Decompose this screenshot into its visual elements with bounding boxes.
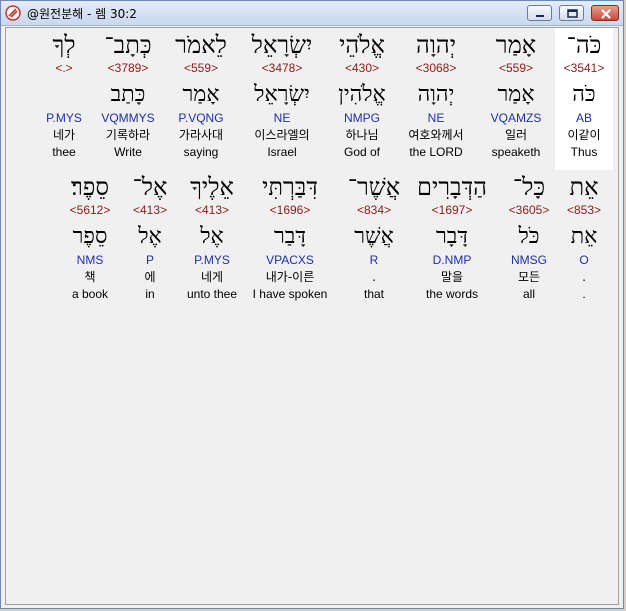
word-kor: 네가 bbox=[52, 128, 76, 142]
word-morph: NMS bbox=[76, 253, 104, 267]
word-heb: לֵאמֹר bbox=[175, 31, 227, 59]
app-logo-icon[interactable] bbox=[5, 5, 21, 21]
word-eng: that bbox=[363, 287, 384, 301]
word-column[interactable]: הַדְּבָרִים <1697> דָּבָר D.NMP 말을 the words bbox=[410, 172, 494, 302]
word-lemma: יִשְׂרָאֵל bbox=[254, 82, 310, 107]
word-heb: דִּבַּרְתִּי bbox=[262, 173, 318, 201]
word-kor: 가라사대 bbox=[178, 128, 224, 142]
word-kor: 모든 bbox=[517, 270, 541, 284]
word-strong: <3068> bbox=[415, 61, 457, 75]
word-column[interactable]: יִשְׂרָאֵל <3478> יִשְׂרָאֵל NE 이스라엘의 Israel bbox=[243, 30, 321, 160]
word-column[interactable]: אָמַר <559> אָמַר VQAMZS 일러 speaketh bbox=[477, 30, 555, 160]
word-kor: 일러 bbox=[504, 128, 528, 142]
word-kor: 여호와께서 bbox=[408, 128, 464, 142]
word-kor: 하나님 bbox=[345, 128, 379, 142]
word-lemma bbox=[25, 80, 103, 110]
word-heb: לְךָ bbox=[52, 31, 76, 59]
word-heb: יִשְׂרָאֵל bbox=[251, 31, 313, 59]
analysis-panel[interactable]: כֹּה־ <3541> כֹּה AB 이같이 Thus אָמַר <559> אָמַר V… bbox=[5, 27, 619, 605]
word-kor: 내가-이른 bbox=[265, 270, 315, 284]
maximize-button[interactable] bbox=[559, 5, 584, 21]
word-heb: כֹּה־ bbox=[566, 31, 602, 59]
word-strong: <559> bbox=[183, 61, 219, 75]
word-kor: 말을 bbox=[440, 270, 464, 284]
word-eng: God of bbox=[343, 145, 381, 159]
word-eng: the words bbox=[425, 287, 479, 301]
word-heb: כָּל־ bbox=[512, 173, 546, 201]
word-eng: thee bbox=[52, 145, 76, 159]
word-column[interactable]: כָּל־ <3605> כֹּל NMSG 모든 all bbox=[487, 172, 571, 302]
word-column[interactable]: אֲשֶׁר־ <834> אֲשֶׁר R. that bbox=[332, 172, 416, 302]
word-column[interactable]: דִּבַּרְתִּי <1696> דָּבַר VPACXS 내가-이른 I hav… bbox=[248, 172, 332, 302]
word-kor: 책 bbox=[84, 270, 96, 284]
word-lemma: אָמַר bbox=[182, 82, 220, 107]
word-eng: speaketh bbox=[491, 145, 541, 159]
maximize-icon bbox=[567, 9, 578, 18]
word-eng: Thus bbox=[570, 145, 598, 159]
word-morph: R bbox=[369, 253, 379, 267]
word-morph: AB bbox=[575, 111, 592, 125]
word-eng: saying bbox=[183, 145, 219, 159]
word-strong: <1696> bbox=[269, 203, 311, 217]
word-kor: . bbox=[372, 270, 376, 284]
word-heb: סֵפֶר׃ bbox=[70, 173, 109, 201]
word-lemma: אָמַר bbox=[497, 82, 535, 107]
word-morph: P.MYS bbox=[46, 111, 82, 125]
word-morph: D.NMP bbox=[432, 253, 472, 267]
word-column[interactable]: יְהוָה <3068> יְהוָה NE 여호와께서 the LORD bbox=[397, 30, 475, 160]
word-eng: Israel bbox=[267, 145, 297, 159]
close-button[interactable] bbox=[591, 5, 619, 21]
word-eng: a book bbox=[71, 287, 109, 301]
word-lemma: יְהוָה bbox=[417, 82, 455, 107]
close-icon bbox=[601, 9, 611, 19]
word-eng: I have spoken bbox=[252, 287, 328, 301]
word-lemma: דָּבַר bbox=[274, 224, 306, 249]
word-column[interactable]: לְךָ <.> P.MYS 네가 thee bbox=[25, 30, 103, 160]
app-window: @원전분해 - 렘 30:2 כֹּה־ <3541> כֹּה AB 이같이 Thus א… bbox=[0, 0, 624, 609]
word-column[interactable]: כֹּה־ <3541> כֹּה AB 이같이 Thus bbox=[545, 30, 623, 160]
word-heb: אָמַר bbox=[495, 31, 537, 59]
word-heb: יְהוָה bbox=[415, 31, 457, 59]
window-title: @원전분해 - 렘 30:2 bbox=[27, 7, 137, 21]
word-strong: <.> bbox=[55, 61, 73, 75]
word-lemma: כֹּל bbox=[518, 224, 540, 249]
word-lemma: סֵפֶר bbox=[72, 224, 108, 249]
word-strong: <3478> bbox=[261, 61, 303, 75]
word-column[interactable]: אֱלֹהֵי <430> אֱלֹהִין NMPG 하나님 God of bbox=[323, 30, 401, 160]
word-morph: NE bbox=[427, 111, 445, 125]
word-kor: 이스라엘의 bbox=[254, 128, 310, 142]
word-lemma: אֲשֶׁר bbox=[354, 224, 394, 249]
word-morph: NE bbox=[273, 111, 291, 125]
word-morph: P.VQNG bbox=[178, 111, 224, 125]
word-lemma: דָּבָר bbox=[436, 224, 468, 249]
word-strong: <430> bbox=[344, 61, 380, 75]
word-morph: NMSG bbox=[511, 253, 547, 267]
word-eng: the LORD bbox=[409, 145, 463, 159]
title-bar[interactable]: @원전분해 - 렘 30:2 bbox=[1, 1, 623, 26]
word-kor: 이같이 bbox=[567, 128, 601, 142]
word-strong: <1697> bbox=[431, 203, 473, 217]
word-strong: <3541> bbox=[563, 61, 605, 75]
minimize-button[interactable] bbox=[527, 5, 552, 21]
word-strong: <5612> bbox=[69, 203, 111, 217]
word-strong: <3605> bbox=[508, 203, 550, 217]
word-morph: NMPG bbox=[344, 111, 380, 125]
word-eng: all bbox=[522, 287, 535, 301]
minimize-icon bbox=[536, 15, 544, 17]
word-strong: <834> bbox=[356, 203, 392, 217]
word-lemma: אֱלֹהִין bbox=[338, 82, 386, 107]
word-column[interactable]: לֵאמֹר <559> אָמַר P.VQNG 가라사대 saying bbox=[162, 30, 240, 160]
word-lemma: כֹּה bbox=[572, 82, 596, 107]
word-morph: VQAMZS bbox=[490, 111, 542, 125]
word-strong: <559> bbox=[498, 61, 534, 75]
word-morph: VPACXS bbox=[266, 253, 314, 267]
word-heb: אֱלֹהֵי bbox=[339, 31, 385, 59]
word-heb: אֲשֶׁר־ bbox=[347, 173, 401, 201]
word-column[interactable]: סֵפֶר׃ <5612> סֵפֶר NMS 책 a book bbox=[48, 172, 132, 302]
word-heb: הַדְּבָרִים bbox=[417, 173, 487, 201]
